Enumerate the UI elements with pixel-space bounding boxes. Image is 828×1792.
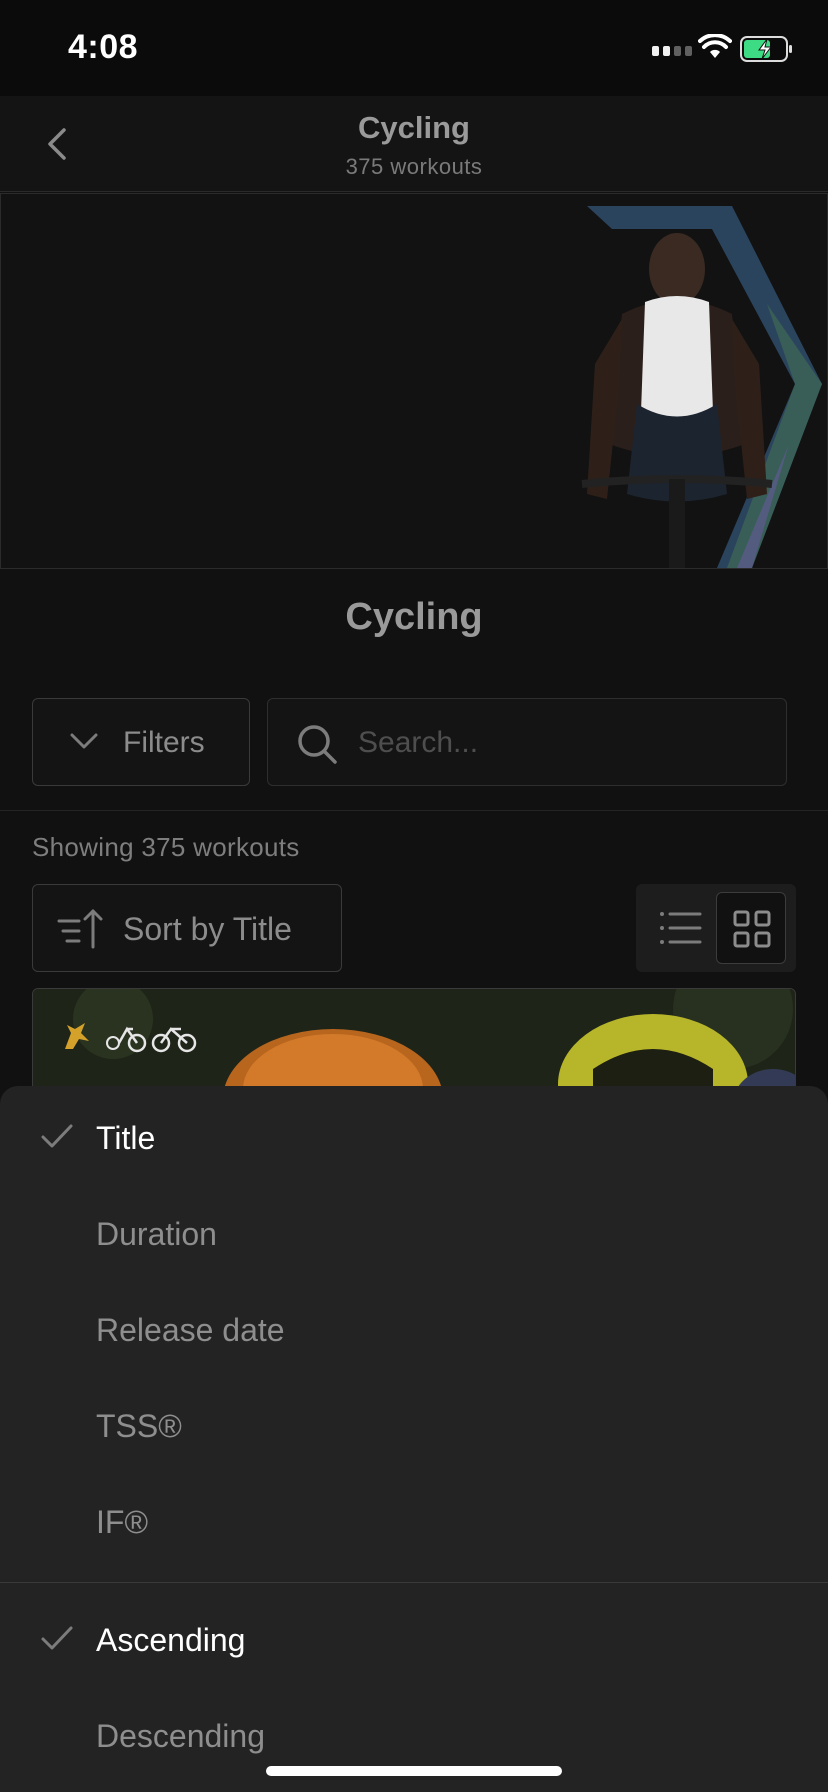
- grid-view-icon: [733, 910, 771, 948]
- sort-option-label: Title: [96, 1120, 156, 1156]
- status-bar: 4:08: [0, 0, 828, 96]
- cellular-signal-icon: [652, 46, 692, 56]
- checkmark-icon: [41, 1626, 73, 1650]
- filters-label: Filters: [123, 726, 205, 759]
- sort-option-title[interactable]: Title: [0, 1092, 828, 1188]
- sort-options-sheet: Title Duration Release date TSS® IF® Asc…: [0, 1086, 828, 1792]
- bike-icons: [106, 1026, 197, 1053]
- sheet-divider: [0, 1582, 828, 1583]
- sort-label: Sort by Title: [123, 911, 292, 947]
- nav-subtitle: 375 workouts: [345, 154, 483, 179]
- results-count: Showing 375 workouts: [32, 832, 300, 862]
- sort-option-if[interactable]: IF®: [0, 1476, 828, 1572]
- sort-button[interactable]: Sort by Title: [32, 884, 342, 972]
- sort-option-tss[interactable]: TSS®: [0, 1380, 828, 1476]
- wifi-icon: [698, 34, 732, 58]
- chevron-down-icon: [70, 733, 98, 749]
- list-view-icon[interactable]: [656, 904, 704, 952]
- sort-option-release-date[interactable]: Release date: [0, 1284, 828, 1380]
- sort-order-ascending[interactable]: Ascending: [0, 1594, 828, 1690]
- section-title: Cycling: [345, 596, 483, 638]
- sort-option-duration[interactable]: Duration: [0, 1188, 828, 1284]
- sort-option-label: IF®: [96, 1504, 149, 1540]
- sort-option-label: Release date: [96, 1312, 285, 1348]
- search-field[interactable]: [267, 698, 787, 786]
- sort-option-label: Duration: [96, 1216, 217, 1252]
- cyclist-illustration: [581, 206, 822, 568]
- card-badges: [61, 1019, 199, 1053]
- view-mode-toggle: [636, 884, 796, 972]
- checkmark-icon: [41, 1124, 73, 1148]
- sort-option-label: TSS®: [96, 1408, 182, 1444]
- home-indicator[interactable]: [266, 1766, 562, 1776]
- unicorn-badge-icon: [65, 1023, 89, 1049]
- sort-order-label: Descending: [96, 1718, 265, 1754]
- divider: [0, 810, 828, 811]
- nav-bar: Cycling 375 workouts: [0, 96, 828, 192]
- search-icon: [298, 725, 337, 764]
- battery-charging-icon: [740, 36, 792, 62]
- sort-order-label: Ascending: [96, 1622, 246, 1658]
- nav-title: Cycling: [358, 110, 470, 145]
- grid-view-button[interactable]: [716, 892, 786, 964]
- status-time: 4:08: [68, 28, 139, 66]
- hero-banner-image: [0, 193, 828, 569]
- filters-button[interactable]: Filters: [32, 698, 250, 786]
- search-input[interactable]: [358, 719, 758, 767]
- sort-ascending-icon: [57, 909, 103, 949]
